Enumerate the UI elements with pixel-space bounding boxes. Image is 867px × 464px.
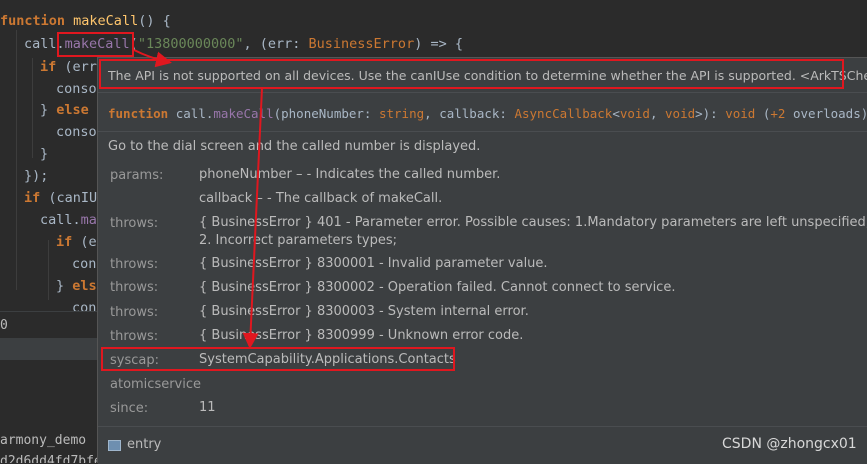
function-name: makeCall [73,13,139,29]
code-line-1: function makeCall() { [0,10,171,32]
type-name: void [665,106,696,121]
code-text: > [695,106,703,121]
code-text: , ( [243,36,268,52]
throws-item: { BusinessError } 8300999 - Unknown erro… [199,328,524,343]
string-literal: "13800000000" [137,36,244,52]
code-text: conso [56,81,97,97]
code-text: < [612,106,620,121]
highlight-box-method [57,32,134,57]
code-line-3: if (err [40,56,97,78]
keyword: function [0,13,66,29]
function-signature: function call.makeCall(phoneNumber: stri… [108,106,867,121]
param-item: callback – - The callback of makeCall. [199,191,443,206]
code-text: () { [138,13,171,29]
throws-label: throws: [110,216,159,231]
code-line-7: } [40,143,48,165]
code-text: call. [40,212,81,228]
module-name[interactable]: entry [127,437,161,452]
since-value: 11 [199,400,216,415]
code-line-14: con [72,297,96,311]
type-name: BusinessError [308,36,415,52]
code-text: ( [755,106,771,121]
code-text: (e [72,234,97,250]
throws-item: { BusinessError } 8300002 - Operation fa… [199,280,676,295]
throws-label: throws: [110,257,159,272]
indent-guide [32,58,33,158]
code-text: con [72,300,97,311]
overload-count[interactable]: +2 [770,106,785,121]
watermark: CSDN @zhongcx01 [722,436,857,452]
keyword: if [24,190,41,206]
code-line-13: } els [56,275,97,297]
code-text: (canIU [40,190,98,206]
code-line-8: }); [24,165,48,187]
since-label: since: [110,401,149,416]
throws-item: { BusinessError } 401 - Parameter error.… [199,215,867,230]
code-line-11: if (e [56,231,97,253]
param-item: phoneNumber – - Indicates the called num… [199,167,501,182]
code-text: overloads) [785,106,867,121]
module-folder-icon [108,440,121,451]
highlight-box-syscap [101,347,455,371]
code-text: : [499,106,515,121]
method-name: ma [80,212,97,228]
param-name: , callback [424,106,500,121]
panel-row: 0 [0,318,8,333]
keyword: if [56,234,73,250]
code-text: conso [56,124,97,140]
panel-row: armony_demo [0,433,87,448]
param-name: (phoneNumber [273,106,364,121]
code-text: } [56,278,73,294]
divider [98,131,867,132]
type-name: AsyncCallback [514,106,613,121]
code-text: call. [175,106,214,121]
keyword: else [56,102,89,118]
param-name: err [267,36,293,52]
throws-label: throws: [110,329,159,344]
description: Go to the dial screen and the called num… [108,139,481,154]
code-text: con [72,256,97,272]
type-name: void [619,106,650,121]
keyword: if [40,59,57,75]
code-line-9: if (canIU [24,187,97,209]
code-line-12: con [72,253,96,275]
throws-item-continued: 2. Incorrect parameters types; [199,233,397,248]
highlight-box-warning [99,59,844,89]
throws-label: throws: [110,305,159,320]
throws-item: { BusinessError } 8300003 - System inter… [199,304,529,319]
code-line-4: conso [56,78,97,100]
type-name: void [725,106,756,121]
method-name: makeCall [213,106,274,121]
code-text: : [292,36,309,52]
code-text: } [40,146,49,162]
throws-label: throws: [110,280,159,295]
selected-panel-row [0,338,97,360]
code-text: }); [24,168,49,184]
type-name: string [378,106,425,121]
keyword: function [108,106,169,121]
code-text: ) => { [414,36,463,52]
indent-guide [48,240,49,300]
keyword: els [72,278,97,294]
code-line-5: } else [40,99,89,121]
code-line-10: call.ma [40,209,97,231]
atomicservice-label: atomicservice [110,377,202,392]
params-label: params: [110,168,164,183]
code-text: ): [702,106,726,121]
code-text: , [649,106,666,121]
code-text: : [363,106,379,121]
code-text: } [40,102,57,118]
code-text: (err [56,59,97,75]
throws-item: { BusinessError } 8300001 - Invalid para… [199,256,548,271]
documentation-popup[interactable]: The API is not supported on all devices.… [97,57,867,464]
indent-guide [16,30,17,290]
code-line-6: conso [56,121,97,143]
